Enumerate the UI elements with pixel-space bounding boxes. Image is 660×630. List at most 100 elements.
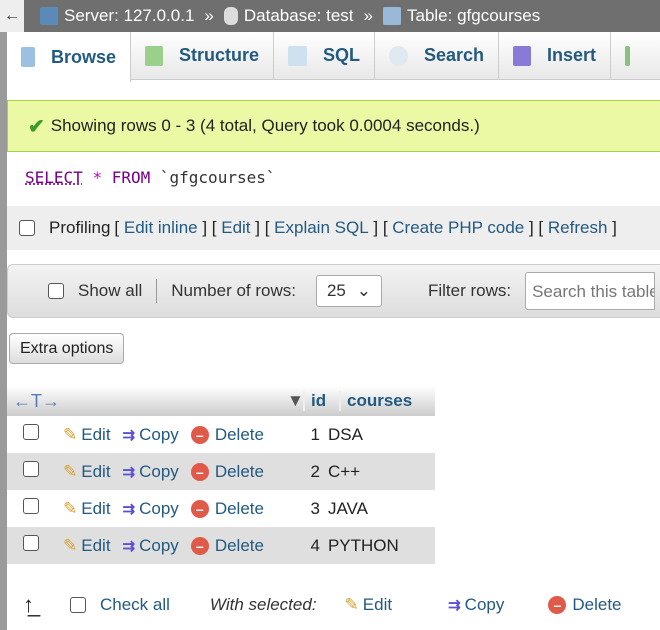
sort-dropdown-icon[interactable]: ▼ — [287, 391, 304, 411]
bulk-copy-button[interactable]: ⇉ Copy — [448, 595, 504, 615]
cell-id[interactable]: 4 — [284, 536, 319, 556]
row-checkbox[interactable] — [23, 535, 39, 551]
rows-label: Number of rows: — [171, 281, 296, 300]
message-text: Showing rows 0 - 3 (4 total, Query took … — [50, 116, 480, 135]
database-label[interactable]: Database: test — [244, 6, 354, 26]
filter-input[interactable]: Search this table — [525, 272, 656, 310]
server-label[interactable]: Server: 127.0.0.1 — [64, 6, 194, 26]
breadcrumb-database[interactable]: Database: test — [223, 6, 354, 26]
tab-bar: Browse Structure SQL Search Insert — [7, 32, 660, 82]
label: Copy — [139, 424, 179, 444]
tab-browse[interactable]: Browse — [7, 32, 131, 82]
extra-options-button[interactable]: Extra options — [9, 333, 125, 364]
edit-inline-link[interactable]: Edit inline — [124, 218, 198, 238]
row-checkbox[interactable] — [23, 498, 39, 514]
sql-query[interactable]: SELECT * FROM `gfgcourses` — [7, 152, 660, 206]
edit-button[interactable]: ✎ Edit — [63, 425, 111, 445]
table-label[interactable]: Table: gfgcourses — [407, 6, 540, 26]
label: Copy — [139, 461, 179, 481]
tab-export[interactable] — [611, 32, 660, 80]
cell-courses[interactable]: C++ — [328, 462, 360, 482]
edit-button[interactable]: ✎ Edit — [63, 462, 111, 482]
tab-insert[interactable]: Insert — [499, 32, 611, 80]
bulk-delete-button[interactable]: – Delete — [548, 595, 622, 615]
back-arrow-button[interactable]: ← — [0, 0, 24, 32]
label: Edit — [81, 535, 111, 555]
tab-label: SQL — [322, 45, 360, 65]
copy-icon: ⇉ — [122, 463, 136, 481]
tab-sql[interactable]: SQL — [274, 32, 375, 80]
sql-icon — [288, 45, 307, 66]
show-all-checkbox[interactable] — [48, 283, 64, 299]
check-all-link[interactable]: Check all — [100, 595, 170, 615]
label: Copy — [464, 595, 505, 614]
structure-icon — [145, 45, 163, 66]
row-checkbox[interactable] — [23, 424, 39, 440]
breadcrumb-table[interactable]: Table: gfgcourses — [382, 6, 540, 26]
copy-button[interactable]: ⇉ Copy — [123, 499, 179, 519]
filter-label: Filter rows: — [427, 281, 512, 300]
delete-icon: – — [548, 596, 567, 614]
sql-table: `gfgcourses` — [159, 168, 276, 187]
tab-label: Insert — [546, 45, 596, 65]
search-icon — [389, 45, 408, 66]
table-row: ✎ Edit ⇉ Copy – Delete 2 C++ — [7, 453, 435, 490]
breadcrumb-server[interactable]: Server: 127.0.0.1 — [40, 6, 194, 26]
label: Delete — [214, 498, 264, 518]
table-header: ←T→ ▼ id courses — [7, 386, 435, 416]
cell-courses[interactable]: JAVA — [328, 499, 368, 519]
left-border — [0, 32, 7, 630]
bulk-actions: ↑̲ Check all With selected: ✎ Edit ⇉ Copy … — [7, 588, 660, 622]
cell-id[interactable]: 2 — [284, 462, 319, 482]
chevron-down-icon: ⌄ — [356, 281, 371, 300]
delete-button[interactable]: – Delete — [190, 425, 264, 445]
sql-keyword: FROM — [111, 168, 151, 187]
tab-search[interactable]: Search — [375, 32, 499, 80]
delete-button[interactable]: – Delete — [190, 498, 264, 519]
cell-courses[interactable]: PYTHON — [328, 536, 399, 556]
server-icon — [40, 7, 58, 25]
create-php-code-link[interactable]: Create PHP code — [392, 218, 524, 238]
edit-button[interactable]: ✎ Edit — [63, 499, 111, 519]
browse-icon — [21, 47, 35, 67]
profiling-checkbox[interactable] — [19, 220, 35, 236]
table-row: ✎ Edit ⇉ Copy – Delete 4 PYTHON — [7, 527, 435, 564]
refresh-link[interactable]: Refresh — [548, 218, 608, 238]
profiling-label: Profiling — [49, 218, 111, 237]
label: Edit — [81, 461, 111, 481]
delete-icon: – — [190, 462, 209, 481]
row-checkbox-cell — [7, 424, 53, 445]
column-header-id[interactable]: id — [303, 391, 339, 411]
copy-button[interactable]: ⇉ Copy — [123, 462, 179, 482]
tab-label: Browse — [50, 46, 116, 67]
database-icon — [223, 7, 238, 25]
copy-button[interactable]: ⇉ Copy — [123, 536, 179, 556]
cell-id[interactable]: 1 — [284, 425, 319, 445]
column-header-courses[interactable]: courses — [339, 391, 412, 411]
profiling-bar: Profiling [ Edit inline ] [ Edit ] [ Exp… — [7, 206, 660, 250]
divider — [156, 279, 158, 303]
column-arrows[interactable]: ←T→ — [7, 391, 287, 412]
label: Delete — [214, 535, 264, 555]
cell-courses[interactable]: DSA — [328, 425, 363, 445]
delete-icon: – — [190, 536, 209, 555]
explain-sql-link[interactable]: Explain SQL — [274, 218, 369, 238]
row-checkbox[interactable] — [23, 461, 39, 477]
copy-icon: ⇉ — [122, 500, 136, 518]
rows-select[interactable]: 25 ⌄ — [315, 275, 382, 307]
tab-structure[interactable]: Structure — [131, 32, 274, 80]
sql-keyword: SELECT — [25, 168, 83, 187]
delete-button[interactable]: – Delete — [190, 535, 264, 556]
rows-value: 25 — [326, 281, 346, 300]
copy-button[interactable]: ⇉ Copy — [123, 425, 179, 445]
check-all-checkbox[interactable] — [70, 597, 86, 613]
pencil-icon: ✎ — [63, 461, 78, 481]
edit-link[interactable]: Edit — [221, 218, 250, 238]
tab-label: Search — [423, 45, 484, 65]
edit-button[interactable]: ✎ Edit — [63, 536, 111, 556]
bulk-edit-button[interactable]: ✎ Edit — [345, 595, 393, 615]
pencil-icon: ✎ — [63, 535, 78, 555]
cell-id[interactable]: 3 — [284, 499, 319, 519]
delete-button[interactable]: – Delete — [190, 462, 264, 482]
export-icon — [625, 45, 630, 66]
